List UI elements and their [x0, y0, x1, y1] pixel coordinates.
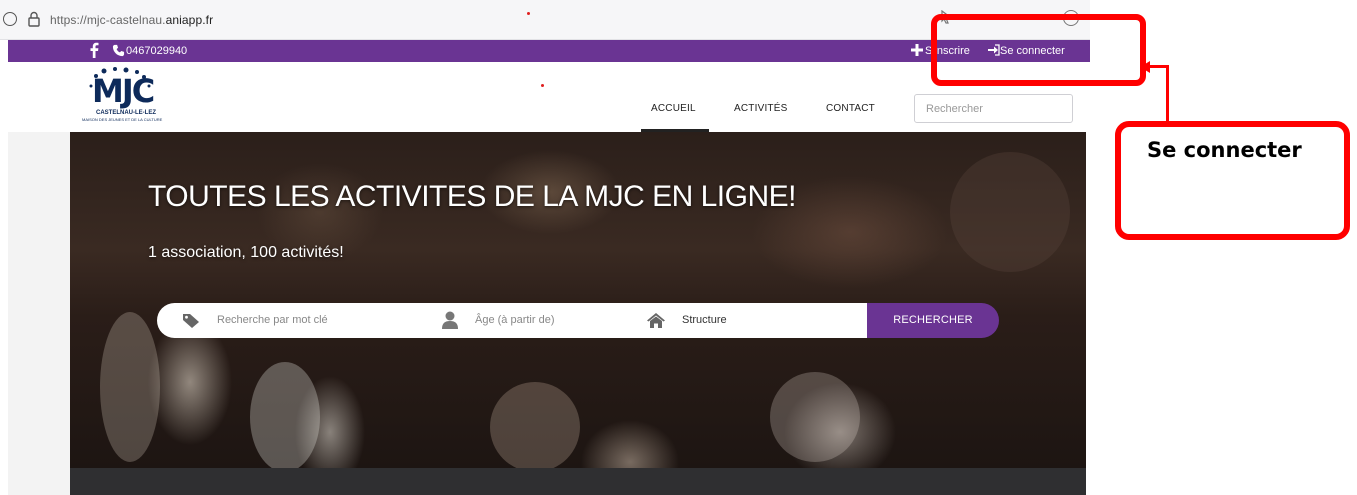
hero-subtitle: 1 association, 100 activités! — [148, 244, 344, 261]
structure-select[interactable]: Structure — [682, 314, 727, 326]
hero-title: TOUTES LES ACTIVITES DE LA MJC EN LIGNE! — [148, 180, 796, 213]
search-button[interactable]: RECHERCHER — [867, 303, 999, 338]
performer-highlight — [100, 312, 160, 462]
stage-light — [950, 152, 1070, 272]
logo-tagline: MAISON DES JEUNES ET DE LA CULTURE — [82, 117, 163, 122]
phone-icon — [112, 44, 125, 57]
hero-banner: TOUTES LES ACTIVITES DE LA MJC EN LIGNE!… — [70, 132, 1086, 468]
performer-highlight — [250, 362, 320, 468]
activity-search-bar: Recherche par mot clé Âge (à partir de) … — [157, 303, 867, 338]
header-search[interactable] — [914, 94, 1073, 123]
content-band — [70, 468, 1086, 495]
annotation-callout: Se connecter — [1115, 121, 1350, 240]
red-dot — [527, 12, 530, 15]
left-gutter — [8, 132, 70, 495]
performer-highlight — [770, 372, 860, 462]
plus-icon — [911, 44, 923, 56]
nav-accueil[interactable]: ACCUEIL — [651, 103, 696, 114]
user-icon — [442, 311, 458, 329]
browser-address-bar: https://mjc-castelnau.aniapp.fr — [0, 0, 1090, 40]
shield-icon — [3, 12, 17, 26]
logo-text: MJC — [92, 72, 155, 110]
mjc-logo[interactable]: MJC CASTELNAU-LE-LEZ MAISON DES JEUNES E… — [82, 66, 168, 124]
phone-number[interactable]: 0467029940 — [126, 45, 187, 57]
logo-town: CASTELNAU-LE-LEZ — [96, 110, 156, 116]
annotation-connector — [1166, 66, 1169, 122]
header-search-input[interactable] — [915, 95, 1072, 122]
nav-activites[interactable]: ACTIVITÉS — [734, 103, 787, 114]
facebook-icon[interactable] — [89, 42, 99, 58]
performer-highlight — [490, 382, 580, 468]
red-dot — [541, 84, 544, 87]
annotation-highlight-box — [931, 14, 1146, 86]
annotation-arrow-icon — [1140, 61, 1150, 73]
home-icon — [647, 313, 665, 328]
lock-icon — [28, 11, 40, 27]
tag-icon — [183, 314, 199, 328]
nav-contact[interactable]: CONTACT — [826, 103, 875, 114]
top-contact-bar: 0467029940 S'inscrire Se connecter — [8, 40, 1090, 62]
url-field[interactable]: https://mjc-castelnau.aniapp.fr — [50, 13, 213, 27]
callout-text: Se connecter — [1147, 138, 1302, 162]
age-field[interactable]: Âge (à partir de) — [475, 314, 554, 326]
keyword-search-field[interactable]: Recherche par mot clé — [217, 314, 328, 326]
